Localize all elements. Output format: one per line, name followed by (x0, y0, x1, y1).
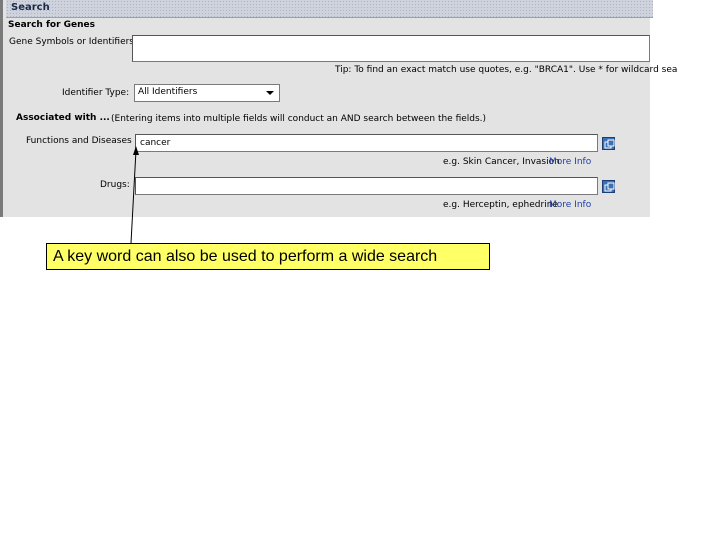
callout-text: A key word can also be used to perform a… (53, 248, 438, 265)
callout-arrow (130, 146, 139, 244)
callout-box: A key word can also be used to perform a… (46, 243, 490, 270)
